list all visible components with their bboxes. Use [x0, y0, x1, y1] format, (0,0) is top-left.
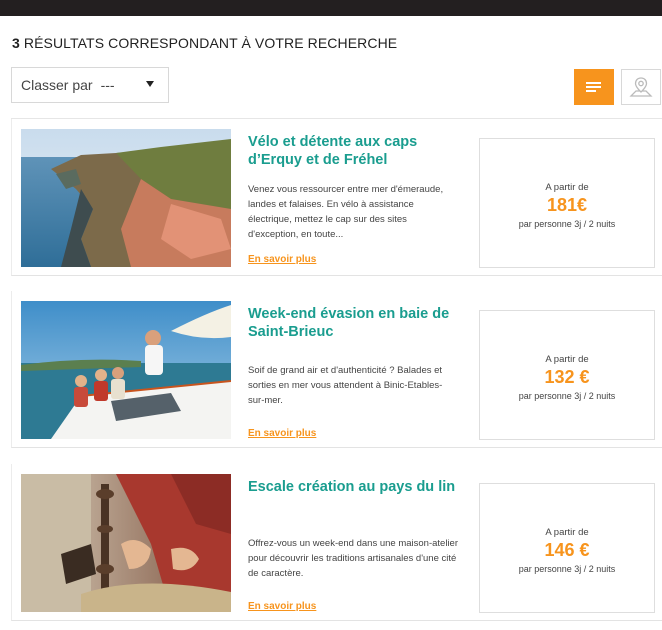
- map-view-button[interactable]: [621, 69, 661, 105]
- price-amount: 146 €: [544, 540, 590, 560]
- sort-label: Classer par: [21, 77, 93, 93]
- price-box: A partir de 132 € par personne 3j / 2 nu…: [479, 310, 655, 440]
- result-photo-linen[interactable]: [21, 474, 231, 612]
- price-detail: par personne 3j / 2 nuits: [518, 219, 616, 229]
- results-heading: 3 RÉSULTATS CORRESPONDANT À VOTRE RECHER…: [12, 35, 397, 51]
- list-view-button[interactable]: [574, 69, 614, 105]
- result-title[interactable]: Escale création au pays du lin: [248, 478, 458, 496]
- price-amount: 132 €: [544, 367, 590, 387]
- sort-value: ---: [100, 77, 115, 93]
- read-more-link[interactable]: En savoir plus: [248, 601, 316, 612]
- result-description: Offrez-vous un week-end dans une maison-…: [248, 538, 458, 579]
- top-bar: [0, 0, 662, 16]
- result-title[interactable]: Week-end évasion en baie de Saint-Brieuc: [248, 305, 458, 341]
- result-photo-boat[interactable]: [21, 301, 231, 439]
- read-more-link[interactable]: En savoir plus: [248, 254, 316, 265]
- price-detail: par personne 3j / 2 nuits: [518, 391, 616, 401]
- result-card: Escale création au pays du lin Offrez-vo…: [11, 464, 662, 621]
- price-amount: 181€: [546, 195, 588, 215]
- sort-select[interactable]: Classer par ---: [11, 67, 169, 103]
- price-from: A partir de: [545, 354, 589, 365]
- map-pin-icon: [629, 77, 653, 97]
- results-count: 3: [12, 35, 20, 51]
- price-box: A partir de 181€ par personne 3j / 2 nui…: [479, 138, 655, 268]
- result-description: Venez vous ressourcer entre mer d'émerau…: [248, 184, 444, 240]
- price-box: A partir de 146 € par personne 3j / 2 nu…: [479, 483, 655, 613]
- result-card: Week-end évasion en baie de Saint-Brieuc…: [11, 291, 662, 448]
- result-description: Soif de grand air et d'authenticité ? Ba…: [248, 365, 443, 406]
- list-icon: [586, 82, 601, 92]
- results-text: RÉSULTATS CORRESPONDANT À VOTRE RECHERCH…: [23, 35, 398, 51]
- result-title[interactable]: Vélo et détente aux caps d’Erquy et de F…: [248, 133, 458, 169]
- price-from: A partir de: [545, 527, 589, 538]
- read-more-link[interactable]: En savoir plus: [248, 428, 316, 439]
- result-card: Vélo et détente aux caps d’Erquy et de F…: [11, 119, 662, 276]
- chevron-down-icon: [146, 81, 154, 87]
- price-from: A partir de: [545, 182, 589, 193]
- result-photo-cliffs[interactable]: [21, 129, 231, 267]
- price-detail: par personne 3j / 2 nuits: [518, 564, 616, 574]
